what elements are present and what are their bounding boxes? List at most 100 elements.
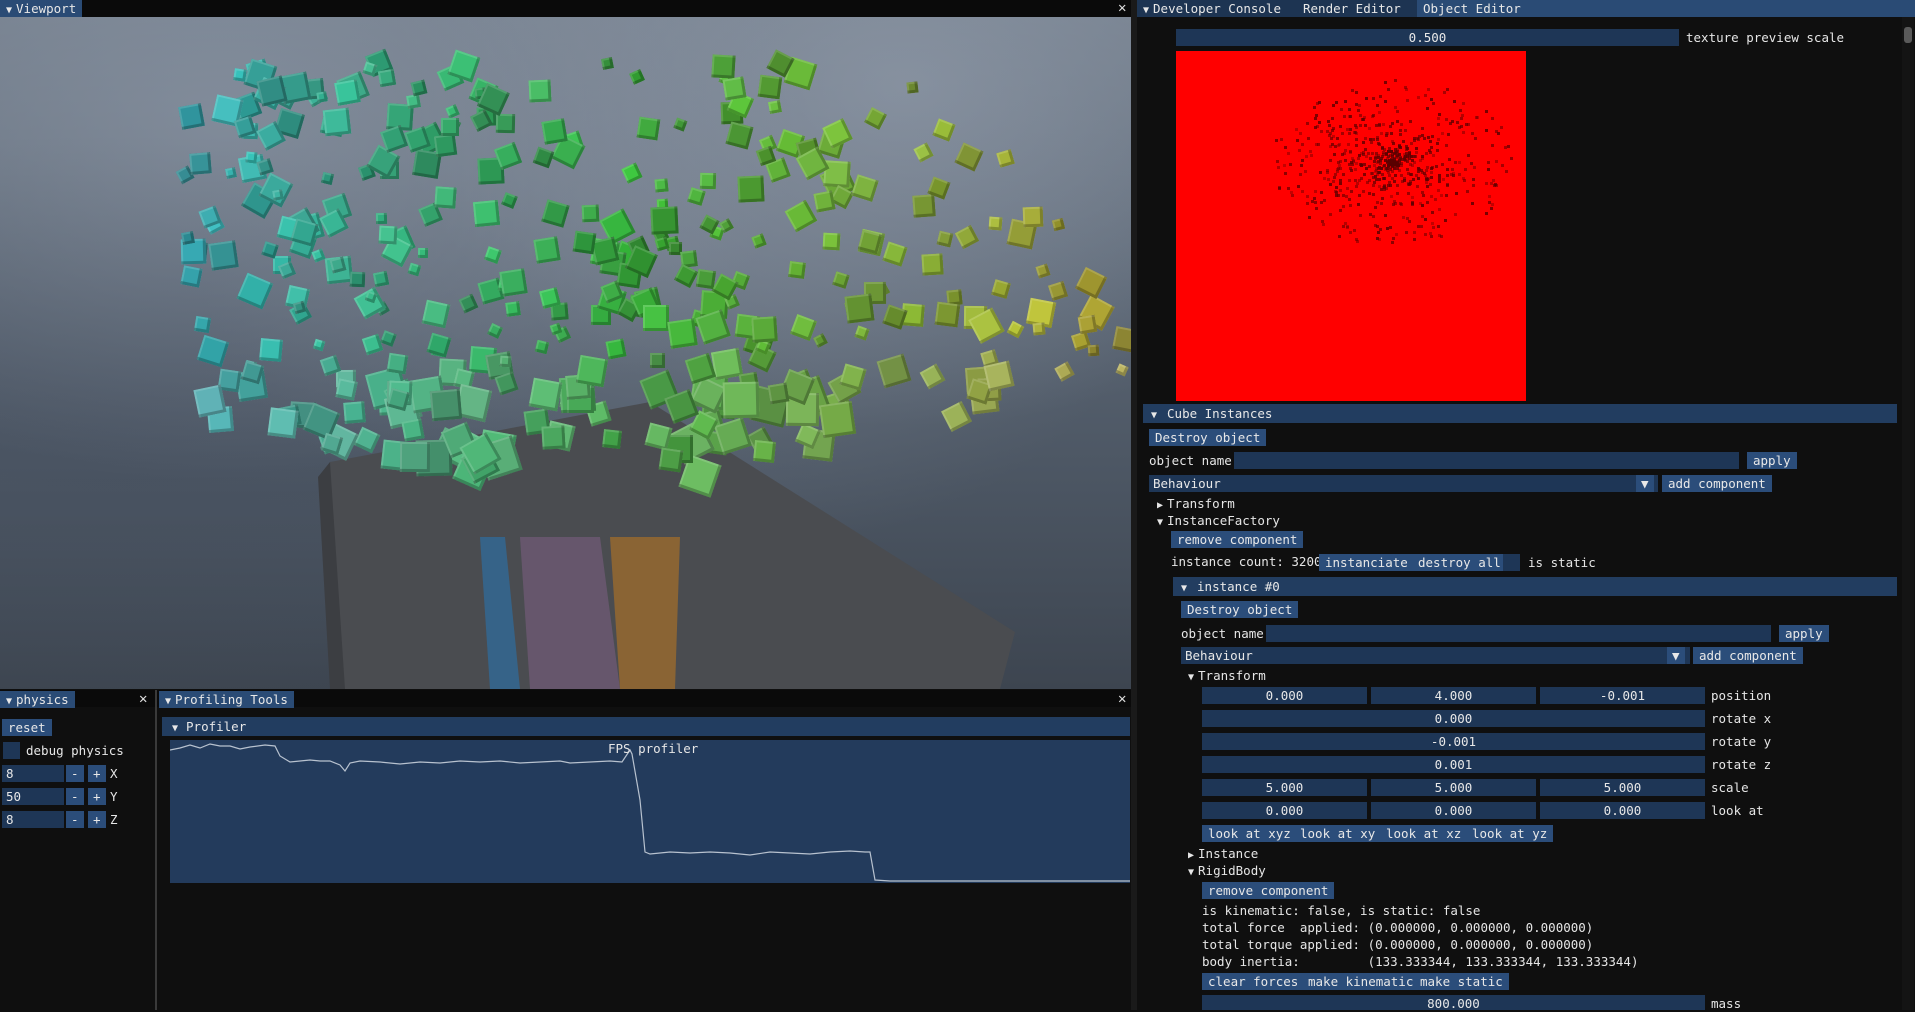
texture-particle bbox=[1389, 154, 1393, 158]
collapse-triangle-icon[interactable]: ▼ bbox=[1188, 672, 1194, 683]
position-x-input[interactable]: 0.000 bbox=[1202, 687, 1367, 704]
instance-object-name-input[interactable] bbox=[1266, 625, 1771, 642]
texture-particle bbox=[1390, 139, 1394, 143]
scale-z-input[interactable]: 5.000 bbox=[1540, 779, 1705, 796]
reset-button[interactable]: reset bbox=[2, 719, 52, 736]
instance-apply-button[interactable]: apply bbox=[1779, 625, 1829, 642]
increment-y-button[interactable]: + bbox=[88, 788, 106, 805]
look-at-xy-button[interactable]: look at xy bbox=[1294, 825, 1382, 842]
stepper-x-input[interactable]: 8 bbox=[2, 765, 64, 782]
texture-particle bbox=[1404, 155, 1408, 159]
expand-triangle-icon[interactable]: ▶ bbox=[1188, 850, 1194, 861]
scene-cube bbox=[417, 247, 429, 259]
destroy-all-button[interactable]: destroy all bbox=[1412, 554, 1507, 571]
collapse-triangle-icon[interactable]: ▼ bbox=[165, 696, 171, 707]
rotate-z-input[interactable]: 0.001 bbox=[1202, 756, 1705, 773]
collapse-triangle-icon[interactable]: ▼ bbox=[1188, 867, 1194, 878]
instance-behaviour-select[interactable]: Behaviour bbox=[1181, 647, 1690, 664]
look-at-x-input[interactable]: 0.000 bbox=[1202, 802, 1367, 819]
add-component-button[interactable]: add component bbox=[1662, 475, 1772, 492]
look-at-z-input[interactable]: 0.000 bbox=[1540, 802, 1705, 819]
clear-forces-button[interactable]: clear forces bbox=[1202, 973, 1305, 990]
close-icon[interactable]: ✕ bbox=[1118, 691, 1126, 708]
texture-particle bbox=[1426, 135, 1430, 139]
tab-physics[interactable]: ▼ physics bbox=[0, 691, 75, 708]
tab-developer-console[interactable]: ▼ Developer Console bbox=[1137, 0, 1299, 17]
texture-particle bbox=[1337, 163, 1341, 167]
stepper-y-input[interactable]: 50 bbox=[2, 788, 64, 805]
position-y-input[interactable]: 4.000 bbox=[1371, 687, 1536, 704]
object-name-input[interactable] bbox=[1234, 452, 1739, 469]
tab-viewport[interactable]: ▼ Viewport bbox=[0, 0, 83, 17]
behaviour-select[interactable]: Behaviour bbox=[1149, 475, 1658, 492]
tab-render-editor[interactable]: Render Editor bbox=[1297, 0, 1419, 17]
instance-transform-node[interactable]: ▼ Transform bbox=[1188, 667, 1266, 686]
scrollbar-thumb[interactable] bbox=[1904, 27, 1912, 43]
instance-0-header[interactable]: ▼ instance #0 bbox=[1173, 577, 1897, 596]
viewport-scene[interactable] bbox=[0, 17, 1131, 689]
rotate-y-input[interactable]: -0.001 bbox=[1202, 733, 1705, 750]
expand-triangle-icon[interactable]: ▶ bbox=[1157, 500, 1163, 511]
increment-x-button[interactable]: + bbox=[88, 765, 106, 782]
texture-particle bbox=[1447, 158, 1451, 162]
texture-particle bbox=[1466, 154, 1470, 158]
cube-instances-header[interactable]: ▼ Cube Instances bbox=[1143, 404, 1897, 423]
mass-input[interactable]: 800.000 bbox=[1202, 995, 1705, 1010]
profiler-header[interactable]: ▼ Profiler bbox=[162, 717, 1130, 736]
collapse-triangle-icon[interactable]: ▼ bbox=[6, 696, 12, 707]
is-static-checkbox[interactable] bbox=[1503, 554, 1520, 571]
scale-x-input[interactable]: 5.000 bbox=[1202, 779, 1367, 796]
close-icon[interactable]: ✕ bbox=[139, 691, 147, 708]
increment-z-button[interactable]: + bbox=[88, 811, 106, 828]
scrollbar-track[interactable] bbox=[1902, 17, 1914, 1010]
destroy-object-button[interactable]: Destroy object bbox=[1149, 429, 1267, 446]
tab-object-editor[interactable]: Object Editor bbox=[1417, 0, 1915, 17]
instanciate-button[interactable]: instanciate bbox=[1319, 554, 1414, 571]
rigidbody-node[interactable]: ▼ RigidBody bbox=[1188, 862, 1266, 881]
debug-physics-checkbox[interactable] bbox=[3, 742, 20, 759]
texture-particle bbox=[1349, 167, 1353, 171]
texture-particle bbox=[1437, 117, 1441, 121]
texture-particle bbox=[1421, 127, 1425, 131]
look-at-y-input[interactable]: 0.000 bbox=[1371, 802, 1536, 819]
make-kinematic-button[interactable]: make kinematic bbox=[1302, 973, 1420, 990]
collapse-triangle-icon[interactable]: ▼ bbox=[1143, 5, 1149, 16]
instance-add-component-button[interactable]: add component bbox=[1693, 647, 1803, 664]
scene-cube bbox=[378, 225, 398, 245]
chevron-down-icon[interactable]: ▼ bbox=[1636, 475, 1654, 492]
collapse-triangle-icon[interactable]: ▼ bbox=[172, 723, 178, 734]
stepper-z-input[interactable]: 8 bbox=[2, 811, 64, 828]
collapse-triangle-icon[interactable]: ▼ bbox=[1157, 517, 1163, 528]
make-static-button[interactable]: make static bbox=[1414, 973, 1509, 990]
texture-particle bbox=[1354, 143, 1358, 147]
scene-cube bbox=[334, 79, 362, 107]
decrement-x-button[interactable]: - bbox=[66, 765, 84, 782]
instance-destroy-object-button[interactable]: Destroy object bbox=[1181, 601, 1299, 618]
panel-divider[interactable] bbox=[155, 690, 157, 1010]
instance-factory-node[interactable]: ▼ InstanceFactory bbox=[1157, 512, 1280, 531]
chevron-down-icon[interactable]: ▼ bbox=[1667, 647, 1685, 664]
position-z-input[interactable]: -0.001 bbox=[1540, 687, 1705, 704]
rotate-x-input[interactable]: 0.000 bbox=[1202, 710, 1705, 727]
close-icon[interactable]: ✕ bbox=[1118, 0, 1126, 17]
texture-particle bbox=[1338, 159, 1342, 163]
tab-profiling-tools[interactable]: ▼ Profiling Tools bbox=[159, 691, 294, 708]
look-at-yz-button[interactable]: look at yz bbox=[1466, 825, 1554, 842]
look-at-xz-button[interactable]: look at xz bbox=[1380, 825, 1468, 842]
remove-component-button[interactable]: remove component bbox=[1171, 531, 1304, 548]
texture-scale-input[interactable]: 0.500 bbox=[1176, 29, 1679, 46]
scale-y-input[interactable]: 5.000 bbox=[1371, 779, 1536, 796]
rigidbody-remove-component-button[interactable]: remove component bbox=[1202, 882, 1335, 899]
fps-profiler-graph[interactable]: FPS profiler bbox=[170, 740, 1130, 883]
scene-cube bbox=[499, 268, 529, 298]
scene-cube bbox=[267, 407, 299, 439]
decrement-y-button[interactable]: - bbox=[66, 788, 84, 805]
look-at-xyz-button[interactable]: look at xyz bbox=[1202, 825, 1297, 842]
texture-particle bbox=[1437, 208, 1441, 212]
apply-button[interactable]: apply bbox=[1747, 452, 1797, 469]
decrement-z-button[interactable]: - bbox=[66, 811, 84, 828]
collapse-triangle-icon[interactable]: ▼ bbox=[1181, 583, 1187, 594]
position-label: position bbox=[1711, 688, 1772, 703]
collapse-triangle-icon[interactable]: ▼ bbox=[6, 5, 12, 16]
collapse-triangle-icon[interactable]: ▼ bbox=[1151, 410, 1157, 421]
